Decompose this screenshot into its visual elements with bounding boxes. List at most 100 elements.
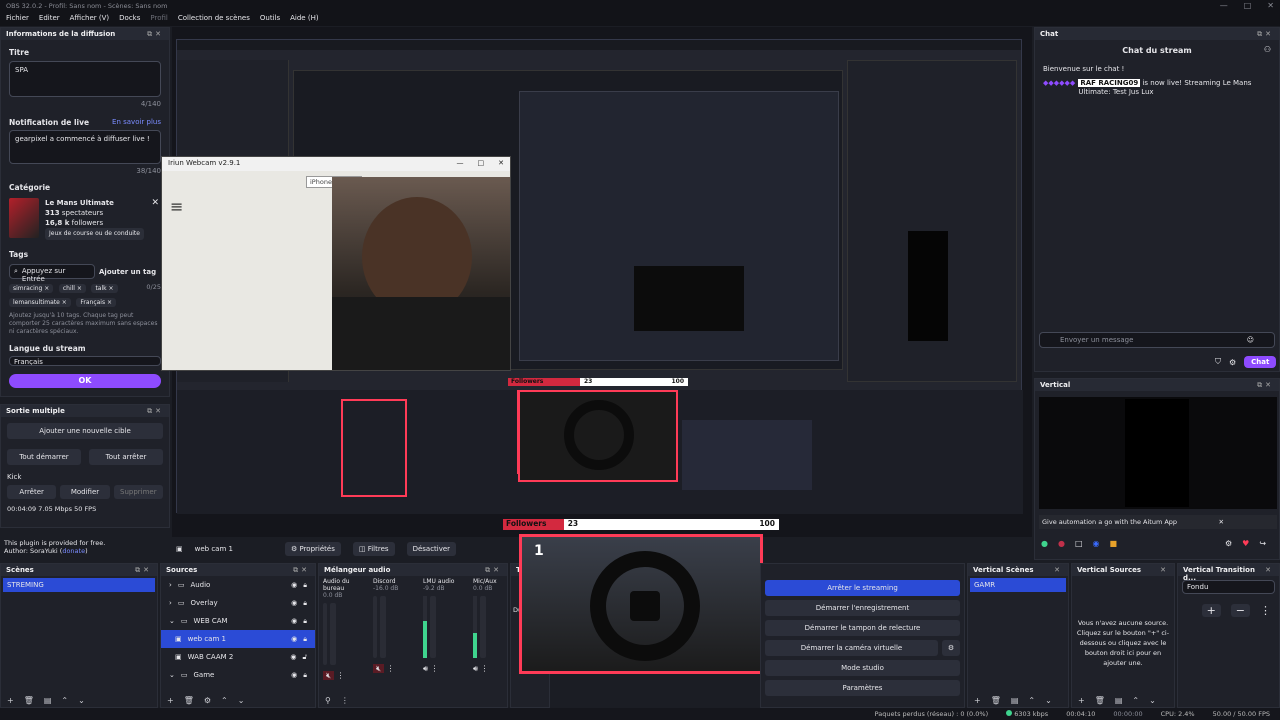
dock-close-icon[interactable]: ✕ xyxy=(1054,566,1063,574)
source-row[interactable]: ▣ WAB CAAM 2 ◉ 🔓︎ xyxy=(161,648,315,666)
lock-icon[interactable]: 🔒︎ xyxy=(303,635,307,644)
chevron-down-icon[interactable]: ⌄ xyxy=(169,671,175,679)
menu-tools[interactable]: Outils xyxy=(260,14,280,24)
virtual-cam-icon[interactable]: ◉ xyxy=(1093,539,1100,548)
up-icon[interactable]: ⌃ xyxy=(61,696,68,705)
menu-view[interactable]: Afficher (V) xyxy=(70,14,110,24)
more-icon[interactable]: ⋮ xyxy=(431,664,439,673)
vertical-preview[interactable] xyxy=(1039,397,1277,509)
close-icon[interactable]: ✕ xyxy=(1267,2,1274,10)
settings-button[interactable]: Paramètres xyxy=(765,680,960,696)
up-icon[interactable]: ⌃ xyxy=(1028,696,1035,705)
mute-icon[interactable]: 🔇︎ xyxy=(323,671,335,680)
lock-icon[interactable]: 🔒︎ xyxy=(303,581,307,590)
eye-icon[interactable]: ◉ xyxy=(291,581,297,589)
remove-category-icon[interactable]: ✕ xyxy=(151,198,159,208)
eye-icon[interactable]: ◉ xyxy=(291,671,297,679)
shield-icon[interactable]: ⛉ xyxy=(1215,357,1221,367)
speaker-icon[interactable]: 🔊︎ xyxy=(473,664,478,673)
tag-input[interactable]: ⌕ Appuyez sur Entrée xyxy=(9,264,95,283)
lock-icon[interactable]: 🔒︎ xyxy=(303,599,307,608)
add-icon[interactable]: + xyxy=(167,696,174,705)
close-icon[interactable]: ✕ xyxy=(1219,518,1224,526)
lock-icon[interactable]: 🔒︎ xyxy=(303,671,307,680)
eye-icon[interactable]: ◉ xyxy=(290,653,296,661)
remove-icon[interactable]: − xyxy=(1230,604,1250,617)
gear-icon[interactable]: ⚙ xyxy=(1229,358,1236,367)
up-icon[interactable]: ⌃ xyxy=(1132,696,1139,705)
remove-icon[interactable]: 🗑 xyxy=(184,696,194,705)
close-icon[interactable]: ✕ xyxy=(498,159,504,169)
title-input[interactable]: SPA xyxy=(9,61,161,97)
tag-chip[interactable]: chill × xyxy=(58,284,86,293)
eye-icon[interactable]: ◉ xyxy=(291,617,297,625)
filter-icon[interactable]: ▤ xyxy=(1011,696,1019,705)
source-row[interactable]: ⌄ ▭ Game ◉ 🔒︎ xyxy=(161,666,315,684)
user-list-icon[interactable]: ⚇ xyxy=(1264,45,1271,54)
chevron-right-icon[interactable]: › xyxy=(169,581,172,589)
more-icon[interactable]: ⋮ xyxy=(481,664,489,673)
chat-input[interactable]: Envoyer un message ☺ xyxy=(1039,332,1275,348)
down-icon[interactable]: ⌄ xyxy=(1149,696,1156,705)
mute-icon[interactable]: 🔇︎ xyxy=(373,664,385,673)
source-row[interactable]: ▣ web cam 1 ◉ 🔒︎ xyxy=(161,630,315,648)
ok-button[interactable]: OK xyxy=(9,374,161,388)
dock-float-close-icon[interactable]: ⧉✕ xyxy=(485,566,502,574)
minimize-icon[interactable]: — xyxy=(457,159,464,169)
notif-input[interactable]: gearpixel a commencé à diffuser live ! xyxy=(9,130,161,164)
menu-file[interactable]: Fichier xyxy=(6,14,29,24)
up-icon[interactable]: ⌃ xyxy=(221,696,228,705)
gear-icon[interactable]: ⚙ xyxy=(1225,539,1232,548)
stop-target-button[interactable]: Arrêter xyxy=(7,485,57,499)
virtual-camera-button[interactable]: Démarrer la caméra virtuelle xyxy=(765,640,938,656)
chevron-right-icon[interactable]: › xyxy=(169,599,172,607)
down-icon[interactable]: ⌄ xyxy=(1045,696,1052,705)
chat-send-button[interactable]: Chat xyxy=(1244,356,1277,368)
maximize-icon[interactable]: □ xyxy=(1244,2,1252,10)
properties-button[interactable]: ⚙ Propriétés xyxy=(284,542,341,556)
lock-icon[interactable]: 🔒︎ xyxy=(303,617,307,626)
filter-icon[interactable]: ▤ xyxy=(44,696,52,705)
stop-all-button[interactable]: Tout arrêter xyxy=(89,449,163,465)
studio-mode-button[interactable]: Mode studio xyxy=(765,660,960,676)
share-icon[interactable]: ↪ xyxy=(1259,539,1266,548)
dock-float-close-icon[interactable]: ⧉✕ xyxy=(1257,381,1274,389)
dock-float-close-icon[interactable]: ⧉✕ xyxy=(135,566,152,574)
link-icon[interactable]: ⚲ xyxy=(325,696,331,705)
vertical-scene-item[interactable]: GAMR xyxy=(970,578,1066,592)
menu-profile[interactable]: Profil xyxy=(150,14,167,24)
tag-chip[interactable]: simracing × xyxy=(9,284,54,293)
filter-icon[interactable]: ▤ xyxy=(1115,696,1123,705)
scene-item[interactable]: STREMING xyxy=(3,578,155,592)
chat-username[interactable]: RAF RACING09 xyxy=(1078,79,1141,87)
deactivate-button[interactable]: Désactiver xyxy=(406,542,457,556)
volume-slider[interactable] xyxy=(330,603,336,665)
tag-chip[interactable]: lemansultimate × xyxy=(9,298,71,307)
record-icon[interactable]: ● xyxy=(1058,539,1065,548)
start-all-button[interactable]: Tout démarrer xyxy=(7,449,81,465)
backtrack-icon[interactable]: □ xyxy=(1075,539,1083,548)
transition-select[interactable]: Fondu xyxy=(1182,580,1275,594)
dock-close-icon[interactable]: ✕ xyxy=(1160,566,1169,574)
tag-chip[interactable]: Français × xyxy=(76,298,117,307)
source-row[interactable]: ⌄ ▭ WEB CAM ◉ 🔒︎ xyxy=(161,612,315,630)
minimize-icon[interactable]: — xyxy=(1220,2,1228,10)
tag-chip[interactable]: talk × xyxy=(91,284,118,293)
remove-icon[interactable]: 🗑 xyxy=(1095,696,1105,705)
lock-icon[interactable]: 🔓︎ xyxy=(302,653,307,662)
add-icon[interactable]: + xyxy=(1078,696,1085,705)
chevron-down-icon[interactable]: ⌄ xyxy=(169,617,175,625)
speaker-icon[interactable]: 🔊︎ xyxy=(423,664,428,673)
eye-icon[interactable]: ◉ xyxy=(291,635,297,643)
donate-link[interactable]: donate xyxy=(62,547,85,555)
stream-icon[interactable]: ● xyxy=(1041,539,1048,548)
more-icon[interactable]: ⋮ xyxy=(1260,604,1271,617)
lang-select[interactable]: Français xyxy=(9,356,161,366)
replay-buffer-button[interactable]: Démarrer le tampon de relecture xyxy=(765,620,960,636)
volume-slider[interactable] xyxy=(480,596,486,658)
edit-target-button[interactable]: Modifier xyxy=(60,485,110,499)
dock-float-close-icon[interactable]: ⧉✕ xyxy=(293,566,310,574)
dock-float-close-icon[interactable]: ⧉✕ xyxy=(1257,30,1274,38)
menu-help[interactable]: Aide (H) xyxy=(290,14,318,24)
down-icon[interactable]: ⌄ xyxy=(78,696,85,705)
